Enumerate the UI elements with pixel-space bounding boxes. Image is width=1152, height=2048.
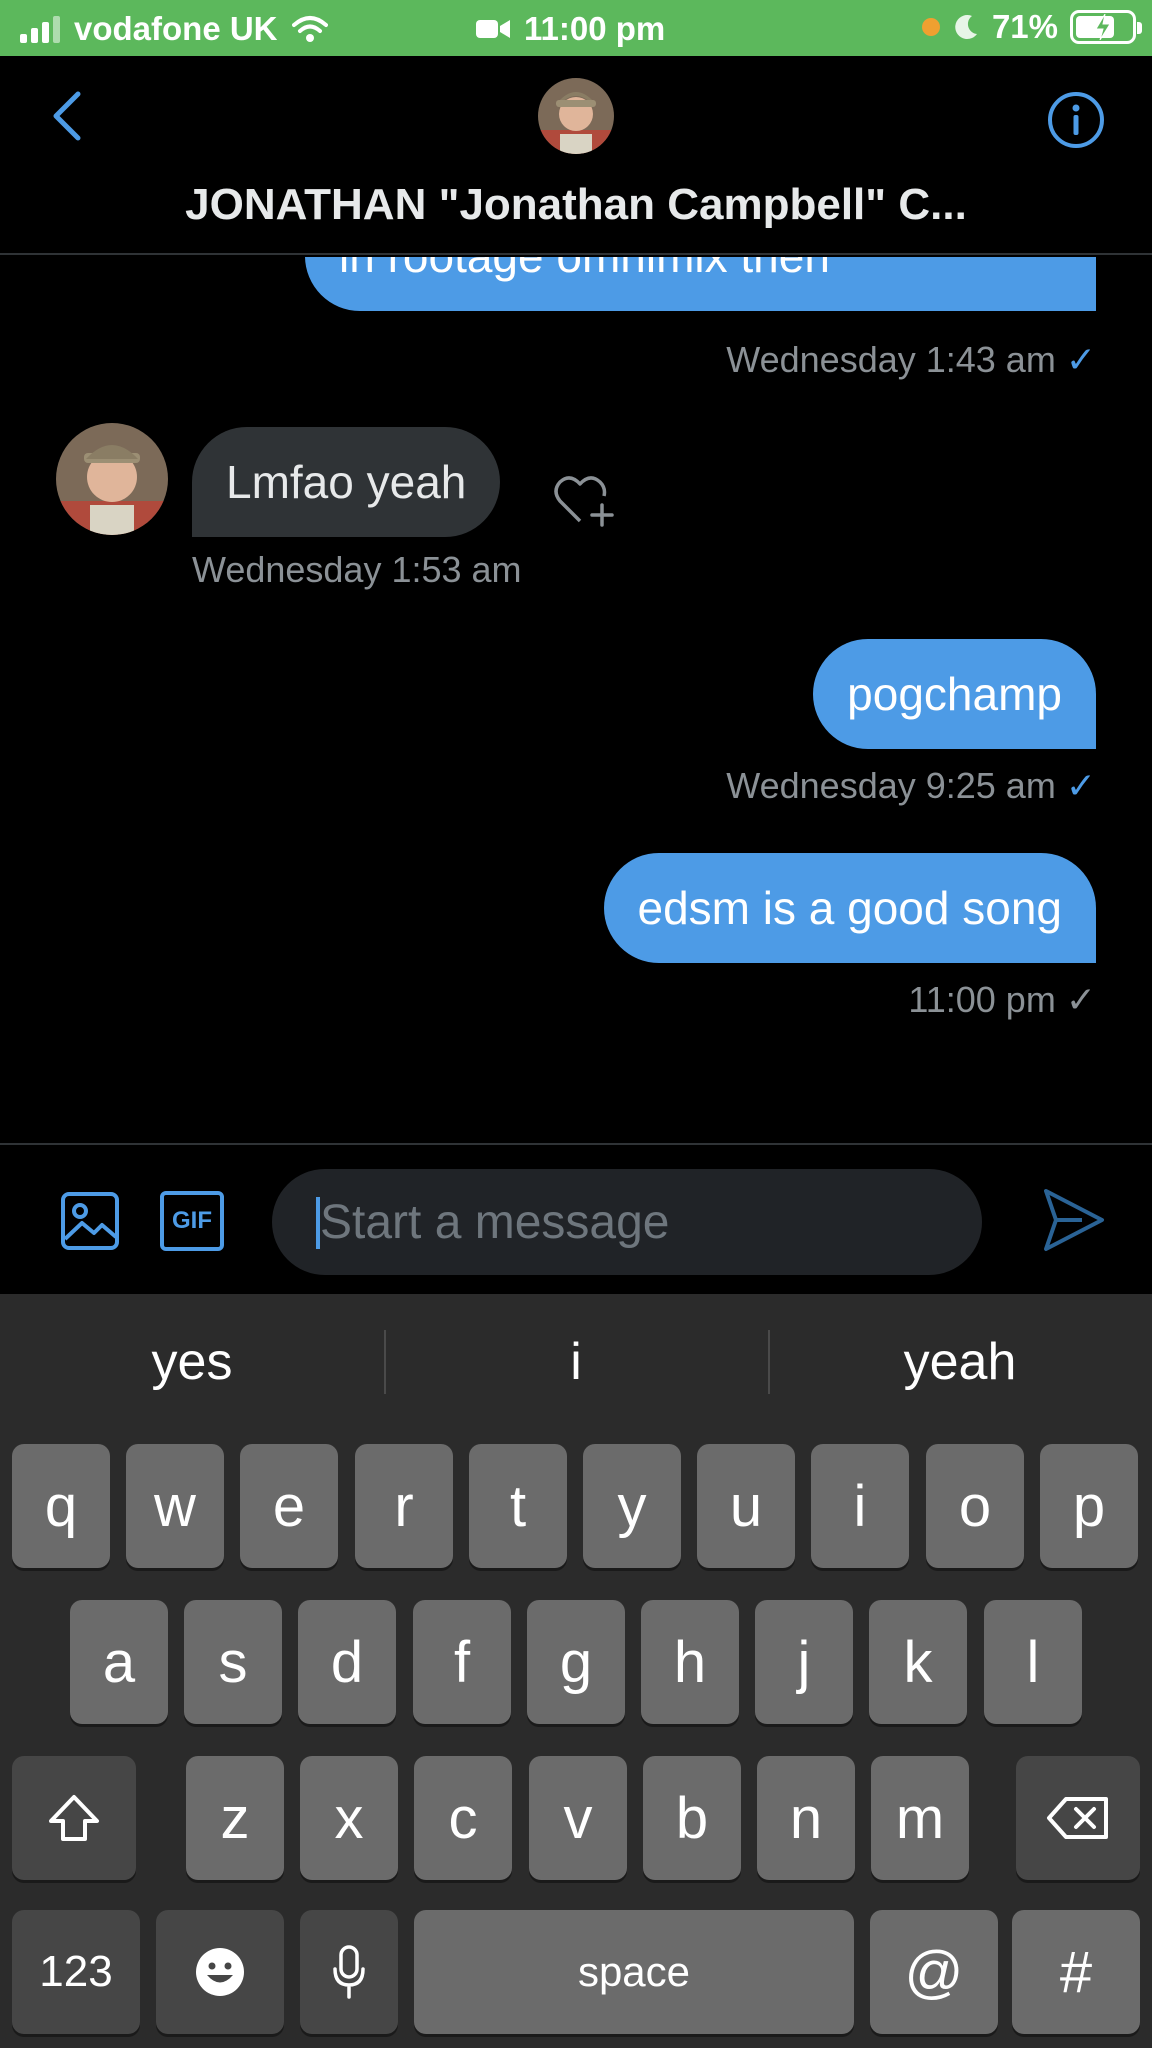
video-camera-icon <box>476 20 510 38</box>
clock: 11:00 pm <box>524 10 666 47</box>
sender-avatar[interactable] <box>56 423 168 535</box>
key-f[interactable]: f <box>413 1600 511 1724</box>
backspace-key[interactable] <box>1016 1756 1140 1880</box>
key-k[interactable]: k <box>869 1600 967 1724</box>
message-bubble-outgoing[interactable]: pogchamp <box>813 639 1096 749</box>
wifi-icon <box>291 16 328 42</box>
message-meta: Wednesday 1:53 am <box>192 549 522 591</box>
key-i[interactable]: i <box>811 1444 909 1568</box>
backspace-icon <box>1047 1797 1108 1839</box>
keyboard: yes i yeah qwertyuiopasdfghjklzxcvbnm 12… <box>0 1294 1152 2048</box>
message-meta: 11:00 pm ✓ <box>908 979 1096 1021</box>
info-icon[interactable] <box>1046 90 1106 150</box>
suggestion[interactable]: yeah <box>768 1314 1152 1410</box>
image-icon[interactable] <box>60 1191 120 1251</box>
suggestion[interactable]: yes <box>0 1314 384 1410</box>
hash-key[interactable]: # <box>1012 1910 1140 2034</box>
key-g[interactable]: g <box>527 1600 625 1724</box>
key-q[interactable]: q <box>12 1444 110 1568</box>
sent-check-icon: ✓ <box>1065 979 1096 1020</box>
key-e[interactable]: e <box>240 1444 338 1568</box>
key-y[interactable]: y <box>583 1444 681 1568</box>
gif-icon[interactable]: GIF <box>160 1191 224 1251</box>
message-input[interactable] <box>320 1189 960 1255</box>
battery-percent: 71% <box>991 8 1058 45</box>
timestamp: Wednesday 1:53 am <box>192 549 522 590</box>
key-x[interactable]: x <box>300 1756 398 1880</box>
key-z[interactable]: z <box>186 1756 284 1880</box>
timestamp: 11:00 pm <box>908 979 1056 1020</box>
shift-key[interactable] <box>12 1756 136 1880</box>
message-input-container[interactable] <box>272 1169 982 1275</box>
battery-icon <box>1070 10 1142 44</box>
key-a[interactable]: a <box>70 1600 168 1724</box>
back-chevron-icon[interactable] <box>44 88 92 144</box>
conversation-header: JONATHAN "Jonathan Campbell" C... <box>0 56 1152 255</box>
read-check-icon: ✓ <box>1065 765 1096 806</box>
message-bubble-incoming[interactable]: Lmfao yeah <box>192 427 501 537</box>
key-d[interactable]: d <box>298 1600 396 1724</box>
avatar[interactable] <box>538 78 614 154</box>
key-c[interactable]: c <box>414 1756 512 1880</box>
key-u[interactable]: u <box>697 1444 795 1568</box>
carrier-label: vodafone UK <box>74 10 278 47</box>
emoji-icon <box>196 1948 244 1996</box>
space-key[interactable]: space <box>414 1910 854 2034</box>
timestamp: Wednesday 9:25 am <box>726 765 1056 806</box>
moon-icon <box>955 15 977 40</box>
key-w[interactable]: w <box>126 1444 224 1568</box>
key-h[interactable]: h <box>641 1600 739 1724</box>
dictation-key[interactable] <box>300 1910 398 2034</box>
key-n[interactable]: n <box>757 1756 855 1880</box>
key-m[interactable]: m <box>871 1756 969 1880</box>
key-j[interactable]: j <box>755 1600 853 1724</box>
key-o[interactable]: o <box>926 1444 1024 1568</box>
read-check-icon: ✓ <box>1065 339 1096 380</box>
suggestion[interactable]: i <box>384 1314 768 1410</box>
conversation-title[interactable]: JONATHAN "Jonathan Campbell" C... <box>0 180 1152 230</box>
autocomplete-bar: yes i yeah <box>0 1314 1152 1410</box>
key-s[interactable]: s <box>184 1600 282 1724</box>
message-bubble-outgoing[interactable]: edsm is a good song <box>603 853 1096 963</box>
send-icon[interactable] <box>1042 1185 1106 1255</box>
message-meta: Wednesday 9:25 am ✓ <box>726 765 1096 807</box>
key-v[interactable]: v <box>529 1756 627 1880</box>
timestamp: Wednesday 1:43 am <box>726 339 1056 380</box>
message-meta: Wednesday 1:43 am ✓ <box>726 339 1096 381</box>
message-bubble-outgoing[interactable]: in rootage omnimix then <box>305 257 1096 311</box>
key-b[interactable]: b <box>643 1756 741 1880</box>
heart-plus-icon[interactable] <box>552 471 618 531</box>
message-composer: GIF <box>0 1143 1152 1294</box>
key-p[interactable]: p <box>1040 1444 1138 1568</box>
charging-bolt-icon <box>1095 14 1111 40</box>
numbers-key[interactable]: 123 <box>12 1910 140 2034</box>
orange-dot-indicator <box>921 18 940 36</box>
at-key[interactable]: @ <box>870 1910 998 2034</box>
key-l[interactable]: l <box>984 1600 1082 1724</box>
status-bar: vodafone UK 11:00 pm 71% <box>0 0 1152 56</box>
microphone-icon <box>333 1945 365 1999</box>
key-r[interactable]: r <box>355 1444 453 1568</box>
shift-icon <box>49 1795 99 1841</box>
signal-icon <box>20 15 60 43</box>
message-list[interactable]: in rootage omnimix then Wednesday 1:43 a… <box>0 257 1152 1143</box>
key-t[interactable]: t <box>469 1444 567 1568</box>
emoji-key[interactable] <box>156 1910 284 2034</box>
gif-label: GIF <box>172 1207 212 1234</box>
